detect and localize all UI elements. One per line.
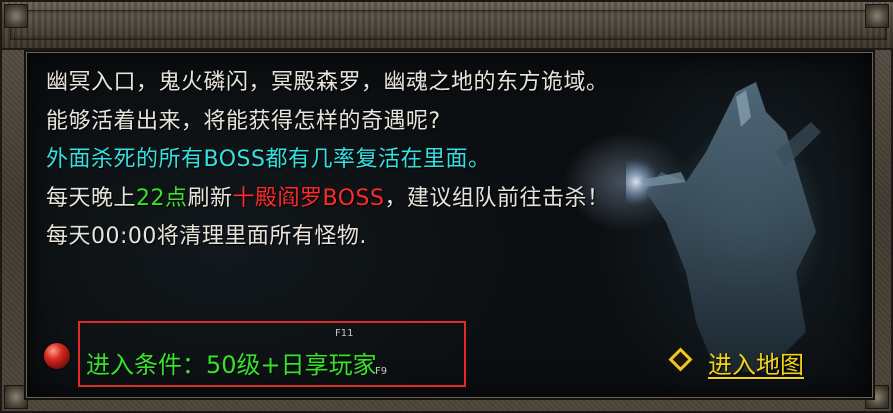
- dialog-line-highlight: 外面杀死的所有BOSS都有几率复活在里面。: [46, 147, 491, 172]
- frame-top-inner: [10, 10, 887, 40]
- dialog-frame: 幽冥入口，鬼火磷闪，冥殿森罗，幽魂之地的东方诡域。 能够活着出来，将能获得怎样的…: [0, 0, 893, 413]
- gold-diamond-icon: [668, 347, 693, 372]
- hotkey-label: F11: [335, 328, 354, 339]
- action-row: 进入条件：50级+日享玩家 F11 F9 进入地图: [26, 314, 873, 387]
- corner-ornament: [865, 4, 889, 28]
- dialog-line: 每天00:00将清理里面所有怪物.: [46, 224, 367, 249]
- schedule-prefix: 每天晚上: [46, 185, 137, 211]
- frame-top-band: [2, 2, 893, 50]
- dialog-line: 幽冥入口，鬼火磷闪，冥殿森罗，幽魂之地的东方诡域。: [46, 70, 609, 95]
- dialog-text: 幽冥入口，鬼火磷闪，冥殿森罗，幽魂之地的东方诡域。 能够活着出来，将能获得怎样的…: [46, 64, 610, 257]
- boss-name: 十殿阎罗BOSS: [232, 185, 385, 211]
- schedule-middle: 刷新: [187, 185, 233, 211]
- dialog-content: 幽冥入口，鬼火磷闪，冥殿森罗，幽魂之地的东方诡域。 能够活着出来，将能获得怎样的…: [24, 50, 875, 400]
- enter-map-link[interactable]: 进入地图: [708, 345, 804, 380]
- hotkey-label: F9: [375, 366, 388, 377]
- dialog-line-schedule: 每天晚上22点刷新十殿阎罗BOSS，建议组队前往击杀！: [46, 180, 610, 219]
- schedule-time: 22点: [136, 185, 188, 211]
- dialog-line: 能够活着出来，将能获得怎样的奇遇呢?: [46, 108, 441, 134]
- schedule-suffix: ，建议组队前往击杀！: [384, 185, 610, 211]
- corner-ornament: [4, 4, 28, 28]
- entry-condition: 进入条件：50级+日享玩家: [86, 351, 377, 379]
- red-orb-icon: [44, 343, 70, 369]
